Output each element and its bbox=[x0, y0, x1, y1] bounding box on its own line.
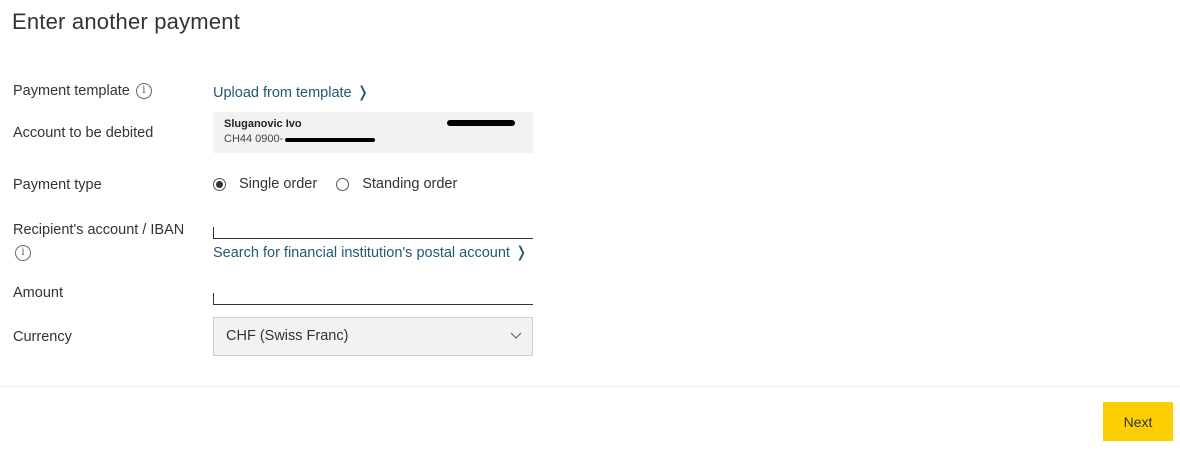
radio-single-order[interactable] bbox=[213, 177, 226, 191]
radio-standing-order[interactable] bbox=[336, 177, 350, 191]
search-postal-account-label: Search for financial institution's posta… bbox=[213, 245, 510, 261]
account-iban: CH44 0900- bbox=[224, 133, 284, 145]
next-button[interactable]: Next bbox=[1103, 402, 1173, 441]
chevron-down-icon bbox=[510, 332, 522, 339]
info-icon[interactable]: i bbox=[15, 245, 31, 262]
currency-selected-value: CHF (Swiss Franc) bbox=[226, 328, 349, 344]
recipient-label: Recipient's account / IBAN i bbox=[13, 219, 198, 265]
recipient-iban-input[interactable] bbox=[213, 227, 533, 239]
payment-template-label-text: Payment template bbox=[13, 83, 130, 99]
upload-from-template-link[interactable]: Upload from template ❭ bbox=[213, 83, 369, 101]
redaction-mark bbox=[447, 120, 515, 126]
account-debited-selector[interactable]: Sluganovic Ivo CH44 0900- bbox=[213, 112, 533, 153]
account-holder-name: Sluganovic Ivo bbox=[224, 118, 302, 130]
payment-type-radio-group: Single order Standing order bbox=[213, 176, 476, 192]
radio-selected-dot bbox=[216, 180, 223, 188]
payment-type-label: Payment type bbox=[13, 177, 102, 193]
amount-input[interactable] bbox=[213, 293, 533, 305]
footer-divider bbox=[0, 386, 1180, 387]
chevron-right-icon: ❭ bbox=[514, 244, 528, 261]
chevron-right-icon: ❭ bbox=[356, 84, 370, 101]
account-debited-label: Account to be debited bbox=[13, 125, 154, 141]
search-postal-account-link[interactable]: Search for financial institution's posta… bbox=[213, 243, 528, 261]
standing-order-label[interactable]: Standing order bbox=[362, 176, 457, 192]
currency-select[interactable]: CHF (Swiss Franc) bbox=[213, 317, 533, 356]
info-icon[interactable]: i bbox=[135, 83, 152, 100]
redaction-mark bbox=[285, 138, 375, 142]
recipient-label-text: Recipient's account / IBAN bbox=[13, 222, 185, 238]
upload-from-template-label: Upload from template bbox=[213, 85, 352, 101]
payment-template-label: Payment template i bbox=[13, 83, 152, 100]
currency-label: Currency bbox=[13, 329, 72, 345]
single-order-label[interactable]: Single order bbox=[239, 176, 317, 192]
amount-label: Amount bbox=[13, 285, 63, 301]
page-title: Enter another payment bbox=[12, 9, 241, 34]
